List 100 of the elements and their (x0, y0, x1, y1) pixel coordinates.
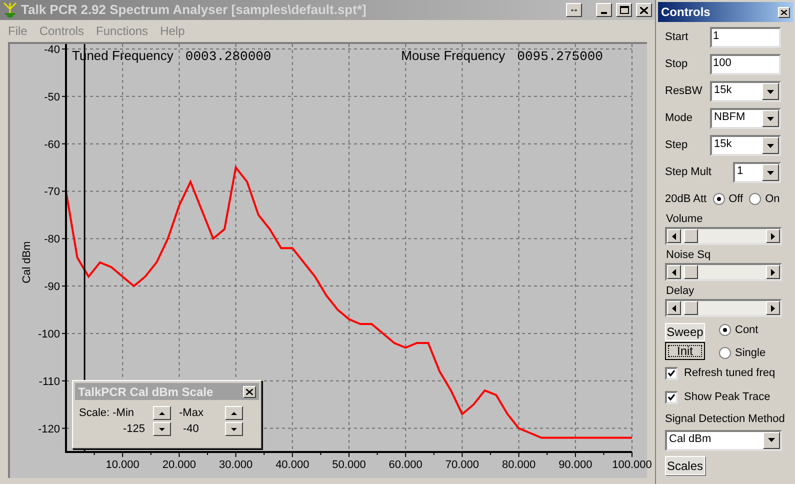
down-arrow-icon (159, 428, 165, 430)
dropdown-button[interactable] (762, 110, 779, 127)
radio-label: Single (735, 346, 766, 360)
slider-label: Delay (665, 284, 696, 299)
x-tick-label: 60.000 (388, 459, 422, 471)
right-arrow-icon (771, 232, 775, 240)
x-tick-label: 20.000 (162, 459, 196, 471)
sweep-button[interactable]: Sweep (665, 323, 705, 341)
x-tick-label: 50.000 (332, 459, 366, 471)
dropdown[interactable]: 15k (710, 135, 781, 156)
left-arrow-icon (672, 268, 676, 276)
checkbox[interactable] (665, 367, 678, 380)
dropdown-button[interactable] (762, 83, 779, 100)
minimize-icon (601, 12, 607, 14)
radio-label: On (765, 192, 780, 207)
left-arrow-button[interactable] (667, 229, 681, 243)
resize-button[interactable]: ↔ (566, 3, 582, 17)
checkbox[interactable] (665, 391, 678, 404)
dropdown[interactable]: 15k (710, 81, 781, 102)
left-arrow-icon (672, 304, 676, 312)
radio-button[interactable] (712, 193, 725, 205)
left-arrow-button[interactable] (667, 265, 681, 279)
minimize-button[interactable] (596, 3, 612, 17)
dropdown-value: Cal dBm (668, 432, 712, 446)
dropdown-value: 15k (713, 137, 733, 152)
y-tick-label: -90 (44, 281, 60, 294)
slider[interactable] (665, 227, 782, 245)
slider-label: Noise Sq (665, 248, 712, 263)
dropdown-button[interactable] (763, 432, 780, 448)
dialog-title: TalkPCR Cal dBm Scale (78, 384, 214, 400)
window-title: Talk PCR 2.92 Spectrum Analyser [samples\default.spt*] (21, 1, 368, 20)
field-label: ResBW (665, 84, 704, 100)
close-button[interactable] (243, 386, 256, 398)
x-tick-label: 100.000 (612, 459, 652, 471)
y-tick-label: -40 (44, 44, 60, 56)
right-arrow-icon (771, 268, 775, 276)
detection-dropdown[interactable]: Cal dBm (665, 430, 782, 450)
close-icon (246, 388, 253, 394)
dropdown-button[interactable] (762, 164, 779, 181)
x-tick-label: 90.000 (558, 459, 592, 471)
radio-label: Off (728, 192, 744, 207)
x-tick-label: 40.000 (276, 459, 310, 471)
radio-button[interactable] (719, 324, 731, 336)
close-button[interactable] (636, 3, 652, 17)
x-tick-label: 10.000 (106, 459, 140, 471)
caret-icon (768, 438, 775, 442)
text-field[interactable]: 1 (710, 27, 781, 48)
x-tick-label: 80.000 (502, 459, 536, 471)
readout-value: 0095.275000 (517, 48, 603, 66)
check-icon (668, 370, 675, 377)
radio-button[interactable] (719, 346, 731, 359)
up-arrow-icon (159, 412, 165, 414)
scales-button[interactable]: Scales (665, 456, 705, 474)
sweep-button[interactable]: Init (665, 342, 705, 360)
right-arrow-button[interactable] (766, 301, 780, 315)
maximize-icon (620, 6, 628, 14)
spin-up-button[interactable] (153, 406, 171, 420)
checkbox-label: Show Peak Trace (684, 390, 770, 406)
antenna-icon (3, 2, 17, 18)
right-arrow-button[interactable] (766, 229, 780, 243)
max-label: -Max (178, 406, 204, 421)
slider-thumb[interactable] (684, 265, 698, 279)
y-tick-label: -110 (38, 376, 60, 388)
slider[interactable] (665, 263, 782, 281)
up-arrow-icon (231, 412, 237, 414)
dropdown[interactable]: NBFM (710, 108, 781, 129)
dropdown[interactable]: 1 (733, 162, 781, 183)
spin-down-button[interactable] (225, 422, 243, 436)
slider-label: Volume (665, 212, 704, 227)
slider-thumb[interactable] (684, 229, 698, 243)
dropdown-value: 1 (736, 164, 744, 179)
right-arrow-button[interactable] (766, 265, 780, 279)
y-tick-label: -80 (44, 234, 60, 246)
caret-icon (767, 90, 774, 94)
dropdown-value: 15k (713, 83, 733, 98)
field-label: Step (665, 138, 689, 154)
down-arrow-icon (231, 428, 237, 430)
text-field[interactable]: 100 (710, 54, 781, 75)
left-arrow-button[interactable] (667, 301, 681, 315)
panel-title: Controls (661, 4, 710, 21)
dropdown-button[interactable] (762, 137, 779, 154)
left-arrow-icon (672, 232, 676, 240)
maximize-button[interactable] (616, 3, 632, 17)
slider-thumb[interactable] (684, 301, 698, 315)
caret-icon (767, 144, 774, 148)
dropdown-value: NBFM (713, 110, 746, 125)
spin-down-button[interactable] (153, 422, 171, 436)
field-label: 20dB Att (665, 192, 707, 207)
readout-label: Mouse Frequency (401, 47, 506, 65)
slider[interactable] (665, 299, 782, 317)
close-button[interactable] (778, 6, 790, 18)
x-tick-label: 70.000 (445, 459, 480, 471)
field-label: Start (665, 30, 690, 46)
radio-button[interactable] (749, 193, 762, 205)
spin-up-button[interactable] (225, 406, 243, 420)
y-tick-label: -100 (38, 328, 60, 340)
y-tick-label: -70 (44, 186, 60, 198)
y-tick-label: -120 (38, 423, 60, 436)
field-label: Stop (665, 57, 689, 72)
detection-label: Signal Detection Method (665, 412, 786, 427)
